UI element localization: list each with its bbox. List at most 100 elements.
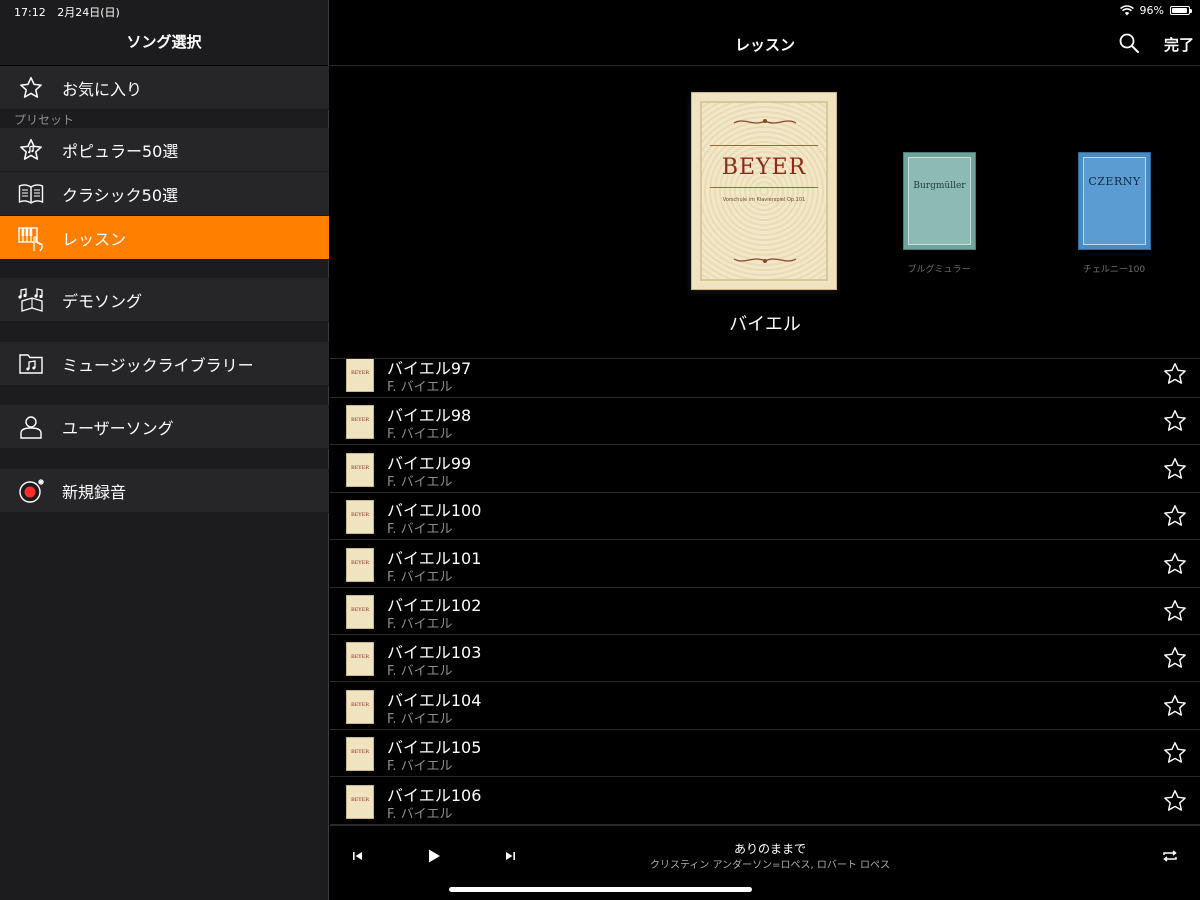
user-icon: [16, 412, 46, 442]
song-row[interactable]: BEYER バイエル100 F. バイエル: [330, 493, 1200, 541]
page-title: レッスン: [734, 36, 795, 54]
song-thumb-label: BEYER: [350, 464, 370, 471]
status-left: 17:12 2月24日(日): [14, 4, 128, 20]
cover-rule: [710, 145, 818, 146]
status-bar: 17:12 2月24日(日) 96%: [0, 0, 1200, 22]
music-notes-box-icon: [16, 285, 46, 315]
cover-rule: [710, 187, 818, 188]
favorite-star-icon[interactable]: [1162, 456, 1188, 482]
song-list[interactable]: BEYER バイエル97 F. バイエル BEYER バイエル98 F. バイエル BEYE…: [330, 358, 1200, 825]
status-right: 96%: [1119, 4, 1192, 17]
book-cover-frame: [1083, 157, 1146, 245]
song-thumb-label: BEYER: [350, 607, 370, 613]
repeat-icon[interactable]: [1160, 846, 1180, 866]
main-header: レッスン 完了: [330, 22, 1200, 66]
favorite-star-icon[interactable]: [1162, 788, 1188, 814]
record-icon: [16, 476, 46, 506]
book-cover-title: CZERNY: [1088, 175, 1141, 188]
song-artist: F. バイエル: [387, 474, 453, 490]
song-artist: F. バイエル: [387, 664, 453, 680]
song-thumb-label: BEYER: [350, 417, 370, 424]
battery-percent: 96%: [1139, 4, 1164, 17]
song-thumbnail: BEYER: [346, 405, 374, 440]
favorite-star-icon[interactable]: [1162, 503, 1188, 529]
open-book-icon: [16, 179, 46, 209]
sidebar-item-music-library[interactable]: ミュージックライブラリー: [0, 342, 329, 386]
sidebar-item-classic[interactable]: クラシック50選: [0, 172, 329, 216]
sidebar-item-label: 新規録音: [62, 482, 127, 502]
sidebar-item-lesson[interactable]: レッスン: [0, 216, 329, 260]
favorite-star-icon[interactable]: [1162, 551, 1188, 577]
song-row[interactable]: BEYER バイエル101 F. バイエル: [330, 541, 1200, 588]
song-row[interactable]: BEYER バイエル104 F. バイエル: [330, 683, 1200, 730]
favorite-star-icon[interactable]: [1162, 408, 1188, 434]
ornament-bottom-icon: [733, 258, 797, 263]
song-artist: F. バイエル: [387, 569, 453, 585]
sidebar-item-new-recording[interactable]: 新規録音: [0, 469, 329, 513]
song-thumb-label: BEYER: [350, 749, 370, 756]
song-thumbnail: BEYER: [346, 689, 374, 724]
sidebar: ソング選択 お気に入り プリセット ポピュラー50選 クラシック50選 レッスン…: [0, 0, 329, 900]
book-cover-frame: [908, 157, 971, 245]
star-outline-icon: [16, 73, 46, 103]
song-row[interactable]: BEYER バイエル106 F. バイエル: [330, 778, 1200, 825]
sidebar-item-label: ユーザーソング: [62, 418, 174, 438]
sidebar-item-user-songs[interactable]: ユーザーソング: [0, 405, 329, 449]
favorite-star-icon[interactable]: [1162, 598, 1188, 624]
favorite-star-icon[interactable]: [1162, 645, 1188, 671]
favorite-star-icon[interactable]: [1162, 361, 1188, 387]
sidebar-item-label: デモソング: [62, 291, 143, 311]
status-time: 17:12: [14, 6, 46, 19]
sidebar-item-label: お気に入り: [62, 79, 143, 99]
song-thumb-label: BEYER: [350, 701, 370, 708]
song-thumbnail: BEYER: [346, 737, 374, 772]
song-thumb-label: BEYER: [350, 796, 370, 803]
sidebar-item-label: ミュージックライブラリー: [62, 355, 254, 375]
sidebar-item-popular[interactable]: ポピュラー50選: [0, 128, 329, 172]
song-row[interactable]: BEYER バイエル98 F. バイエル: [330, 398, 1200, 446]
book-carousel[interactable]: BEYER Vorschule im Klavierspiel Op.101 B…: [330, 66, 1200, 358]
song-artist: F. バイエル: [387, 522, 453, 538]
song-thumbnail: BEYER: [346, 452, 374, 487]
song-row[interactable]: BEYER バイエル99 F. バイエル: [330, 446, 1200, 493]
song-thumbnail: BEYER: [346, 595, 374, 629]
song-thumb-label: BEYER: [350, 559, 370, 566]
song-thumb-label: BEYER: [350, 512, 370, 519]
book-caption: ブルグミュラー: [907, 265, 971, 275]
song-thumbnail: BEYER: [346, 500, 374, 535]
book-cover-title: BEYER: [721, 155, 807, 180]
home-indicator[interactable]: [449, 887, 752, 892]
sidebar-item-label: ポピュラー50選: [62, 141, 179, 161]
book-cover-beyer[interactable]: BEYER Vorschule im Klavierspiel Op.101: [691, 92, 837, 290]
book-cover-burgmuller[interactable]: Burgmüller: [903, 152, 976, 250]
song-thumbnail: BEYER: [346, 359, 374, 392]
song-thumbnail: BEYER: [346, 547, 374, 582]
piano-hand-icon: [16, 223, 46, 253]
sidebar-item-label: レッスン: [62, 229, 127, 249]
star-with-notes-icon: [16, 135, 46, 165]
sidebar-item-demo[interactable]: デモソング: [0, 278, 329, 322]
book-cover-czerny[interactable]: CZERNY: [1078, 152, 1151, 250]
song-row[interactable]: BEYER バイエル102 F. バイエル: [330, 588, 1200, 635]
song-row[interactable]: BEYER バイエル103 F. バイエル: [330, 635, 1200, 683]
wifi-icon: [1119, 5, 1134, 16]
song-artist: F. バイエル: [387, 759, 453, 775]
now-playing-artist: クリスティン アンダーソン=ロペス, ロバート ロペス: [649, 860, 891, 871]
done-button[interactable]: 完了: [1164, 34, 1194, 55]
song-row[interactable]: BEYER バイエル105 F. バイエル: [330, 730, 1200, 778]
search-icon[interactable]: [1118, 32, 1140, 54]
now-playing-title: ありのままで: [733, 842, 806, 856]
song-thumbnail: BEYER: [346, 784, 374, 819]
song-thumb-label: BEYER: [350, 654, 370, 661]
song-row[interactable]: BEYER バイエル97 F. バイエル: [330, 359, 1200, 398]
song-artist: F. バイエル: [387, 427, 453, 443]
favorite-star-icon[interactable]: [1162, 693, 1188, 719]
favorite-star-icon[interactable]: [1162, 740, 1188, 766]
book-cover-pattern: [700, 101, 828, 281]
book-cover-title: Burgmüller: [913, 181, 966, 191]
ornament-top-icon: [733, 119, 797, 124]
battery-icon: [1170, 6, 1192, 15]
song-thumb-label: BEYER: [350, 370, 370, 376]
sidebar-item-favorites[interactable]: お気に入り: [0, 66, 329, 110]
selected-book-label: バイエル: [729, 314, 801, 335]
